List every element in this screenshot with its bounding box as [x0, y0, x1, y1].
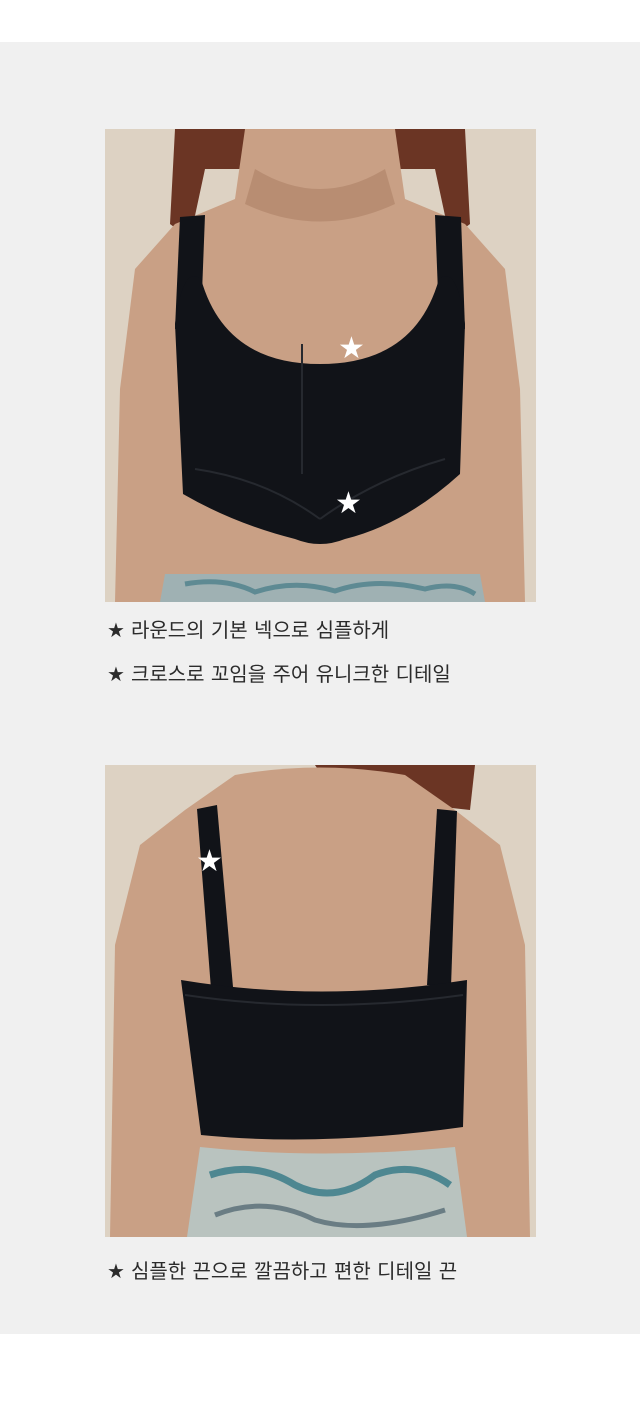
caption-text: 심플한 끈으로 깔끔하고 편한 디테일 끈	[130, 1259, 458, 1283]
front-view-photo	[105, 129, 536, 602]
back-view-illustration	[105, 765, 536, 1237]
back-caption-1: ★ 심플한 끈으로 깔끔하고 편한 디테일 끈	[107, 1259, 457, 1283]
star-marker-icon: ★	[335, 486, 362, 521]
front-caption-1: ★ 라운드의 기본 넥으로 심플하게	[107, 618, 389, 642]
star-marker-icon: ★	[196, 844, 223, 879]
back-view-photo	[105, 765, 536, 1237]
star-marker-icon: ★	[338, 331, 365, 366]
star-bullet-icon: ★	[107, 662, 125, 686]
star-bullet-icon: ★	[107, 618, 125, 642]
star-bullet-icon: ★	[107, 1259, 125, 1283]
caption-text: 크로스로 꼬임을 주어 유니크한 디테일	[130, 662, 451, 686]
front-caption-2: ★ 크로스로 꼬임을 주어 유니크한 디테일	[107, 662, 451, 686]
caption-text: 라운드의 기본 넥으로 심플하게	[130, 618, 390, 642]
front-view-illustration	[105, 129, 536, 602]
